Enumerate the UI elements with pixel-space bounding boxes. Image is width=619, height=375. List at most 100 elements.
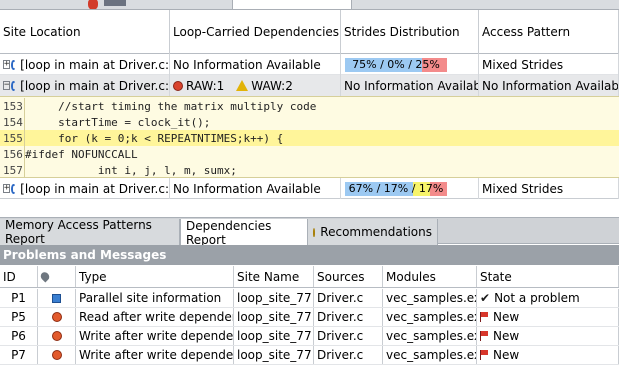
- code-line: 153 //start timing the matrix multiply c…: [0, 98, 619, 114]
- problem-type: Write after write dependency: [76, 327, 234, 345]
- problem-state[interactable]: New: [477, 308, 619, 326]
- problem-type: Read after write dependency: [76, 308, 234, 326]
- loop-icon: [11, 80, 17, 91]
- site-cell: − [loop in main at Driver.c:: [0, 75, 170, 96]
- col-id[interactable]: ID: [0, 266, 38, 287]
- col-sources[interactable]: Sources: [314, 266, 383, 287]
- error-icon: [51, 350, 62, 360]
- report-tabs: Memory Access Patterns Report Dependenci…: [0, 217, 619, 247]
- col-site-name[interactable]: Site Name: [234, 266, 314, 287]
- grid-row[interactable]: + [loop in main at Driver.c: No Informat…: [0, 54, 619, 75]
- problem-site: loop_site_77: [234, 289, 314, 307]
- lightbulb-icon: [313, 227, 316, 237]
- col-site-location[interactable]: Site Location: [0, 10, 170, 54]
- problem-state[interactable]: New: [477, 327, 619, 345]
- problem-source[interactable]: Driver.c: [314, 289, 383, 307]
- problem-site: loop_site_77: [234, 346, 314, 364]
- flag-icon: [480, 350, 489, 360]
- access-cell: No Information Available: [479, 75, 619, 96]
- loop-icon: [11, 59, 17, 70]
- col-icon[interactable]: [38, 266, 76, 287]
- code-text: #ifdef NOFUNCCALL: [25, 147, 138, 161]
- problem-site: loop_site_77: [234, 327, 314, 345]
- raw-error-icon: [173, 80, 183, 91]
- problem-state[interactable]: New: [477, 346, 619, 364]
- problem-icon-cell: [38, 289, 76, 307]
- col-loop-carried-deps[interactable]: Loop-Carried Dependencies: [170, 10, 341, 54]
- problem-row[interactable]: P6 Write after write dependency loop_sit…: [0, 327, 619, 346]
- tab-dependencies-report[interactable]: Dependencies Report: [180, 219, 308, 247]
- problem-module: vec_samples.exe: [383, 327, 477, 345]
- problem-id: P1: [0, 289, 38, 307]
- tab-memory-access-patterns[interactable]: Memory Access Patterns Report: [0, 218, 180, 246]
- top-status-icon: [88, 0, 98, 9]
- top-toolbar-stub: [104, 0, 126, 6]
- problem-source[interactable]: Driver.c: [314, 327, 383, 345]
- state-label: New: [493, 348, 520, 362]
- problem-type: Parallel site information: [76, 289, 234, 307]
- collapse-icon[interactable]: −: [3, 81, 11, 90]
- waw-count: WAW:2: [251, 78, 293, 93]
- expand-icon[interactable]: +: [3, 184, 11, 193]
- code-text: int i, j, l, m, sumx;: [25, 163, 237, 177]
- problem-icon-cell: [38, 308, 76, 326]
- problem-source[interactable]: Driver.c: [314, 308, 383, 326]
- problem-source[interactable]: Driver.c: [314, 346, 383, 364]
- site-cell: + [loop in main at Driver.c:: [0, 54, 170, 75]
- code-line: 156 #ifdef NOFUNCCALL: [0, 146, 619, 162]
- problem-type: Write after write dependency: [76, 346, 234, 364]
- raw-count: RAW:1: [186, 78, 225, 93]
- error-icon: [51, 331, 62, 341]
- section-header: Problems and Messages: [0, 245, 619, 265]
- grid-row[interactable]: + [loop in main at Driver.c: No Informat…: [0, 178, 619, 199]
- loop-icon: [11, 183, 17, 194]
- code-text: //start timing the matrix multiply code: [25, 99, 317, 113]
- strides-label: 75% / 0% / 25%: [352, 57, 440, 71]
- access-cell: Mixed Strides: [479, 178, 619, 199]
- tab-label: Recommendations: [320, 225, 432, 239]
- problem-row[interactable]: P7 Write after write dependency loop_sit…: [0, 346, 619, 365]
- deps-cell: No Information Available: [170, 178, 341, 199]
- code-text: startTime = clock_it();: [25, 115, 211, 129]
- problem-row[interactable]: P1 Parallel site information loop_site_7…: [0, 289, 619, 308]
- problem-site: loop_site_77: [234, 308, 314, 326]
- col-access-pattern[interactable]: Access Pattern: [479, 10, 619, 54]
- waw-warning-icon: [236, 80, 249, 91]
- top-window-strip: [0, 0, 619, 10]
- state-label: New: [493, 310, 520, 324]
- problem-module: vec_samples.exe: [383, 308, 477, 326]
- expand-icon[interactable]: +: [3, 60, 11, 69]
- col-strides-distribution[interactable]: Strides Distribution: [341, 10, 479, 54]
- code-line: 154 startTime = clock_it();: [0, 114, 619, 130]
- strides-bar: 67% / 17% / 17%: [345, 181, 447, 196]
- pin-icon: [38, 270, 52, 283]
- top-tab-stub[interactable]: [232, 0, 352, 9]
- strides-cell: 75% / 0% / 25%: [341, 54, 479, 75]
- code-text: for (k = 0;k < REPEATNTIMES;k++) {: [25, 131, 284, 145]
- source-code-panel[interactable]: 153 //start timing the matrix multiply c…: [0, 96, 619, 178]
- col-modules[interactable]: Modules: [383, 266, 477, 287]
- problem-row[interactable]: P5 Read after write dependency loop_site…: [0, 308, 619, 327]
- access-cell: Mixed Strides: [479, 54, 619, 75]
- state-label: Not a problem: [494, 291, 580, 305]
- problem-state[interactable]: ✔ Not a problem: [477, 289, 619, 307]
- error-icon: [51, 312, 62, 322]
- problems-list-header: ID Type Site Name Sources Modules State: [0, 266, 619, 288]
- tab-recommendations[interactable]: Recommendations: [308, 219, 438, 245]
- problem-id: P7: [0, 346, 38, 364]
- problem-icon-cell: [38, 346, 76, 364]
- site-cell: + [loop in main at Driver.c:: [0, 178, 170, 199]
- flag-icon: [480, 312, 489, 322]
- site-label: [loop in main at Driver.c:: [20, 57, 169, 72]
- info-icon: [52, 293, 61, 303]
- problem-module: vec_samples.exe: [383, 346, 477, 364]
- col-type[interactable]: Type: [76, 266, 234, 287]
- deps-cell: No Information Available: [170, 54, 341, 75]
- strides-cell: No Information Available: [341, 75, 479, 96]
- col-state[interactable]: State: [477, 266, 619, 287]
- grid-row-selected[interactable]: − [loop in main at Driver.c: RAW:1 WAW:2…: [0, 75, 619, 96]
- site-label: [loop in main at Driver.c:: [20, 78, 169, 93]
- line-number: 157: [3, 162, 25, 178]
- flag-icon: [480, 331, 489, 341]
- deps-cell: RAW:1 WAW:2: [170, 75, 341, 96]
